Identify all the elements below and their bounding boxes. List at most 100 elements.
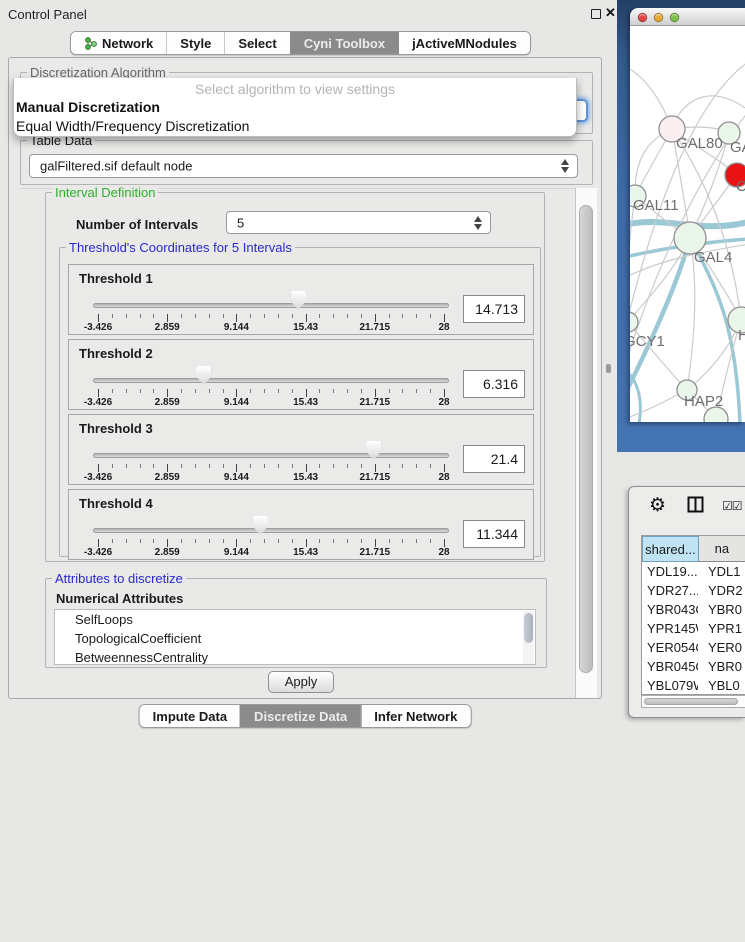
threshold-value-field[interactable]: 6.316 — [463, 370, 525, 398]
tab-infer-network[interactable]: Infer Network — [360, 705, 470, 727]
tick-label: 21.715 — [360, 397, 391, 408]
scrollbar-thumb[interactable] — [524, 613, 533, 643]
apply-button[interactable]: Apply — [268, 671, 334, 693]
tab-label: jActiveMNodules — [412, 36, 517, 51]
list-item[interactable]: TopologicalCoefficient — [55, 629, 535, 648]
slider-thumb-icon[interactable] — [196, 366, 211, 385]
list-item[interactable]: SelfLoops — [55, 610, 535, 629]
tick-mark — [319, 539, 320, 543]
spinner-icon — [474, 216, 483, 230]
algorithm-dropdown-prompt: Select algorithm to view settings — [14, 78, 576, 98]
threshold-value-field[interactable]: 11.344 — [463, 520, 525, 548]
tab-jactivemnodules[interactable]: jActiveMNodules — [398, 32, 530, 54]
tick-mark — [306, 389, 307, 397]
threshold-value-field[interactable]: 21.4 — [463, 445, 525, 473]
tick-mark — [416, 314, 417, 318]
tab-label: Cyni Toolbox — [304, 36, 385, 51]
tick-mark — [389, 464, 390, 468]
minimize-light[interactable] — [654, 13, 663, 22]
network-canvas[interactable]: GAL80GAGAL11CGAL4GCY1HHAP2 — [630, 26, 745, 422]
tick-mark — [181, 314, 182, 318]
tab-impute-data[interactable]: Impute Data — [140, 705, 240, 727]
number-of-intervals-combobox[interactable]: 5 — [226, 211, 491, 234]
tab-select[interactable]: Select — [224, 32, 289, 54]
tick-mark — [361, 314, 362, 318]
table-row[interactable]: YPR145WYPR1 — [642, 619, 745, 638]
zoom-light[interactable] — [670, 13, 679, 22]
tick-mark — [416, 464, 417, 468]
tick-label: 2.859 — [155, 472, 180, 483]
tick-mark — [375, 464, 376, 472]
split-columns-icon[interactable] — [687, 496, 704, 518]
list-scrollbar[interactable] — [523, 611, 534, 665]
table-data-combobox[interactable]: galFiltered.sif default node — [29, 154, 578, 178]
tick-label: 9.144 — [224, 397, 249, 408]
table-row[interactable]: YER054CYER0 — [642, 638, 745, 657]
panel-splitter-handle[interactable] — [606, 364, 611, 373]
algorithm-option-equal-width-frequency-discretization[interactable]: Equal Width/Frequency Discretization — [14, 117, 576, 136]
list-item[interactable]: BetweennessCentrality — [55, 648, 535, 665]
network-edge[interactable] — [630, 196, 635, 322]
tab-network[interactable]: Network — [71, 32, 166, 54]
tab-style[interactable]: Style — [166, 32, 224, 54]
scrollbar-thumb[interactable] — [579, 205, 593, 673]
tick-mark — [264, 389, 265, 393]
tab-label: Infer Network — [374, 709, 457, 724]
table-row[interactable]: YDR27...YDR2 — [642, 581, 745, 600]
threshold-label: Threshold 4 — [79, 496, 153, 511]
column-header-shared-[interactable]: shared... — [642, 536, 699, 562]
tick-label: 9.144 — [224, 472, 249, 483]
checkboxes-icon[interactable]: ☑☑ — [722, 499, 742, 513]
slider-thumb-icon[interactable] — [366, 441, 381, 460]
tick-mark — [167, 464, 168, 472]
algorithm-option-manual-discretization[interactable]: Manual Discretization — [14, 98, 576, 117]
scrollbar-thumb[interactable] — [644, 698, 738, 705]
tick-mark — [389, 389, 390, 393]
threshold-slider-track[interactable] — [93, 528, 449, 533]
tick-mark — [209, 314, 210, 318]
tick-mark — [333, 314, 334, 318]
threshold-slider-track[interactable] — [93, 378, 449, 383]
threshold-value-field[interactable]: 14.713 — [463, 295, 525, 323]
tick-mark — [292, 464, 293, 468]
number-of-intervals-label: Number of Intervals — [76, 217, 198, 232]
tick-mark — [236, 314, 237, 322]
table-row[interactable]: YBR045CYBR0 — [642, 657, 745, 676]
table-cell: YPR1 — [698, 619, 745, 638]
tick-mark — [153, 464, 154, 468]
table-row[interactable]: YBR043CYBR0 — [642, 600, 745, 619]
tick-mark — [167, 314, 168, 322]
tick-mark — [112, 464, 113, 468]
tab-discretize-data[interactable]: Discretize Data — [240, 705, 360, 727]
network-window-titlebar[interactable] — [630, 8, 745, 26]
tick-mark — [389, 539, 390, 543]
tick-mark — [402, 314, 403, 318]
tab-cyni-toolbox[interactable]: Cyni Toolbox — [290, 32, 398, 54]
table-row[interactable]: YBL079WYBL0 — [642, 676, 745, 695]
table-cell: YDL19... — [642, 562, 698, 581]
threshold-slider-track[interactable] — [93, 453, 449, 458]
numerical-attributes-list[interactable]: SelfLoopsTopologicalCoefficientBetweenne… — [54, 609, 536, 665]
slider-thumb-icon[interactable] — [253, 516, 268, 535]
table-row[interactable]: YDL19...YDL1 — [642, 562, 745, 581]
tick-mark — [278, 539, 279, 543]
main-vertical-scrollbar[interactable] — [575, 188, 597, 698]
tick-mark — [389, 314, 390, 318]
network-edge[interactable] — [630, 62, 745, 326]
column-header-na[interactable]: na — [699, 536, 745, 562]
control-panel-title: Control Panel — [8, 7, 87, 22]
tick-label: -3.426 — [84, 547, 112, 558]
tick-mark — [140, 464, 141, 468]
tick-label: 28 — [438, 547, 449, 558]
node-table[interactable]: shared...naYDL19...YDL1YDR27...YDR2YBR04… — [641, 535, 745, 695]
gear-icon[interactable]: ⚙ — [649, 494, 666, 517]
close-icon[interactable]: ✕ — [605, 5, 616, 21]
threshold-slider-track[interactable] — [93, 303, 449, 308]
table-horizontal-scrollbar[interactable] — [641, 695, 745, 708]
slider-thumb-icon[interactable] — [291, 291, 306, 310]
node-label: GAL4 — [694, 249, 732, 266]
float-window-icon[interactable] — [591, 9, 601, 19]
tick-mark — [140, 314, 141, 318]
network-edge[interactable] — [630, 238, 690, 394]
close-light[interactable] — [638, 13, 647, 22]
